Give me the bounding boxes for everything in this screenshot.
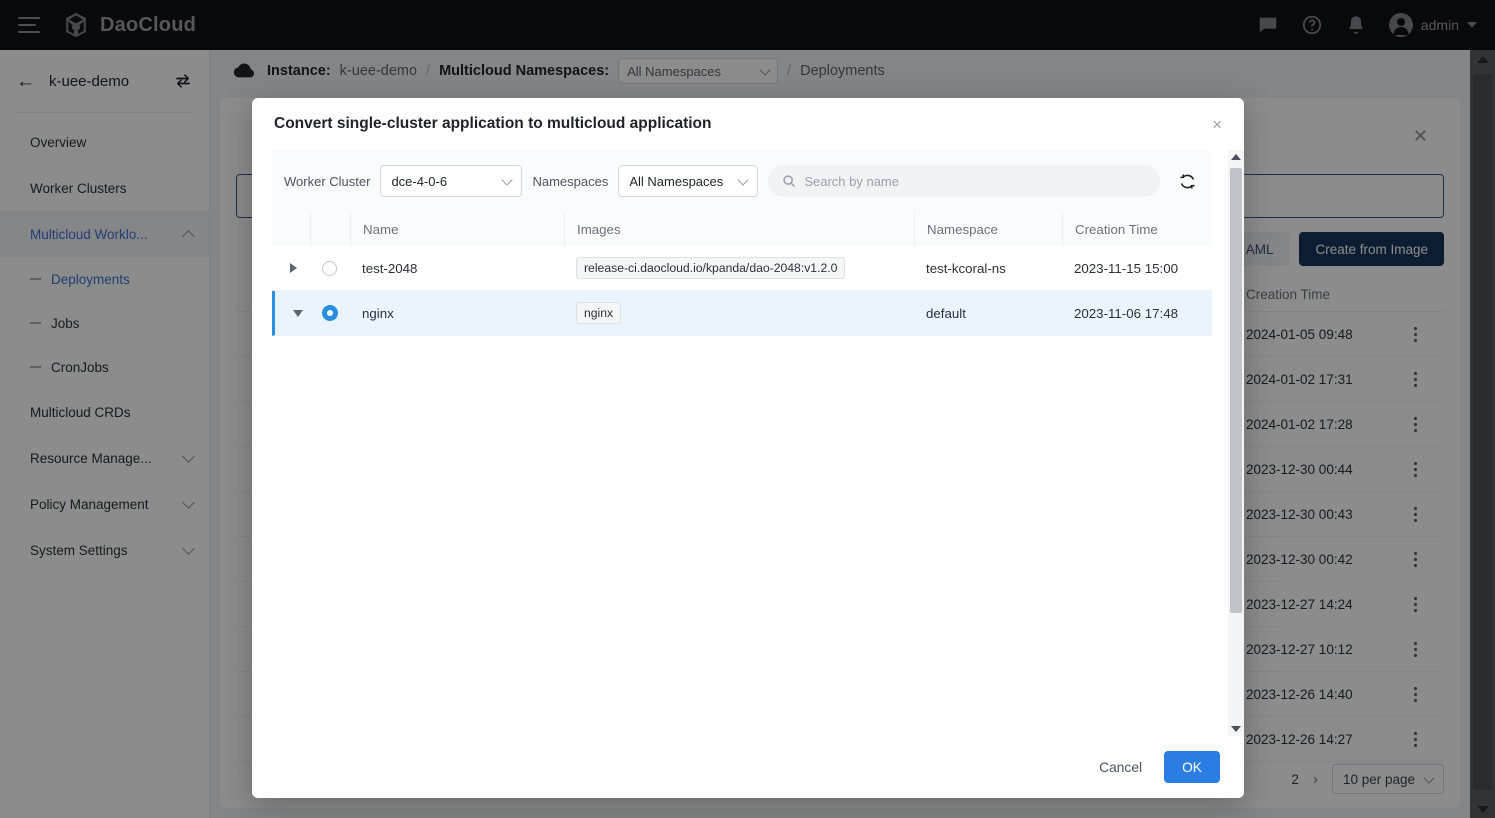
triangle-down-icon xyxy=(1231,726,1241,732)
column-header-name: Name xyxy=(350,212,564,246)
modal-footer: Cancel OK xyxy=(252,736,1244,798)
namespaces-label: Namespaces xyxy=(532,174,608,189)
scroll-down-button[interactable] xyxy=(1228,722,1244,736)
column-header-expand xyxy=(272,212,310,246)
modal-scrollbar[interactable] xyxy=(1228,150,1244,736)
table-header-row: Name Images Namespace Creation Time xyxy=(272,212,1212,246)
expand-cell[interactable] xyxy=(275,291,310,336)
table-row[interactable]: test-2048 release-ci.daocloud.io/kpanda/d… xyxy=(272,246,1212,291)
cell-images: release-ci.daocloud.io/kpanda/dao-2048:v… xyxy=(564,246,914,291)
cell-creation-time: 2023-11-06 17:48 xyxy=(1062,291,1212,336)
cell-namespace: test-kcoral-ns xyxy=(914,246,1062,291)
modal-body: Worker Cluster dce-4-0-6 Namespaces All … xyxy=(252,150,1244,736)
worker-cluster-select[interactable]: dce-4-0-6 xyxy=(380,165,522,197)
search-icon xyxy=(782,174,796,188)
namespaces-value: All Namespaces xyxy=(629,174,723,189)
scrollbar-thumb[interactable] xyxy=(1230,168,1242,613)
search-box[interactable] xyxy=(768,165,1160,197)
search-input[interactable] xyxy=(804,174,1146,189)
cell-creation-time: 2023-11-15 15:00 xyxy=(1062,246,1212,291)
expand-cell[interactable] xyxy=(272,246,310,291)
scroll-up-button[interactable] xyxy=(1228,150,1244,164)
column-header-select xyxy=(310,212,350,246)
triangle-right-icon[interactable] xyxy=(290,263,297,273)
chevron-down-icon xyxy=(738,174,749,185)
chevron-down-icon xyxy=(502,174,513,185)
close-icon[interactable]: × xyxy=(1212,116,1222,133)
ok-button[interactable]: OK xyxy=(1164,751,1220,783)
worker-cluster-label: Worker Cluster xyxy=(284,174,370,189)
namespaces-select[interactable]: All Namespaces xyxy=(618,165,758,197)
cell-name: nginx xyxy=(350,291,564,336)
cell-images: nginx xyxy=(564,291,914,336)
convert-application-modal: Convert single-cluster application to mu… xyxy=(252,98,1244,798)
image-tag: nginx xyxy=(576,302,621,324)
workload-table: Name Images Namespace Creation Time test… xyxy=(272,212,1212,336)
triangle-down-icon[interactable] xyxy=(293,310,303,317)
column-header-creation-time: Creation Time xyxy=(1062,212,1212,246)
cell-namespace: default xyxy=(914,291,1062,336)
modal-title: Convert single-cluster application to mu… xyxy=(274,115,712,133)
row-radio[interactable] xyxy=(322,261,337,276)
cancel-button[interactable]: Cancel xyxy=(1095,754,1146,781)
image-tag: release-ci.daocloud.io/kpanda/dao-2048:v… xyxy=(576,257,845,279)
cell-name: test-2048 xyxy=(350,246,564,291)
modal-toolbar: Worker Cluster dce-4-0-6 Namespaces All … xyxy=(272,150,1212,212)
triangle-up-icon xyxy=(1231,154,1241,160)
modal-header: Convert single-cluster application to mu… xyxy=(252,98,1244,150)
column-header-namespace: Namespace xyxy=(914,212,1062,246)
select-cell[interactable] xyxy=(310,246,350,291)
worker-cluster-value: dce-4-0-6 xyxy=(391,174,447,189)
column-header-images: Images xyxy=(564,212,914,246)
modal-scroll-area: Worker Cluster dce-4-0-6 Namespaces All … xyxy=(272,150,1212,736)
refresh-button[interactable] xyxy=(1170,164,1204,198)
table-row[interactable]: nginx nginx default2023-11-06 17:48 xyxy=(272,291,1212,336)
refresh-icon xyxy=(1178,172,1197,191)
table-body: test-2048 release-ci.daocloud.io/kpanda/d… xyxy=(272,246,1212,336)
select-cell[interactable] xyxy=(310,291,350,336)
row-radio[interactable] xyxy=(322,305,338,321)
